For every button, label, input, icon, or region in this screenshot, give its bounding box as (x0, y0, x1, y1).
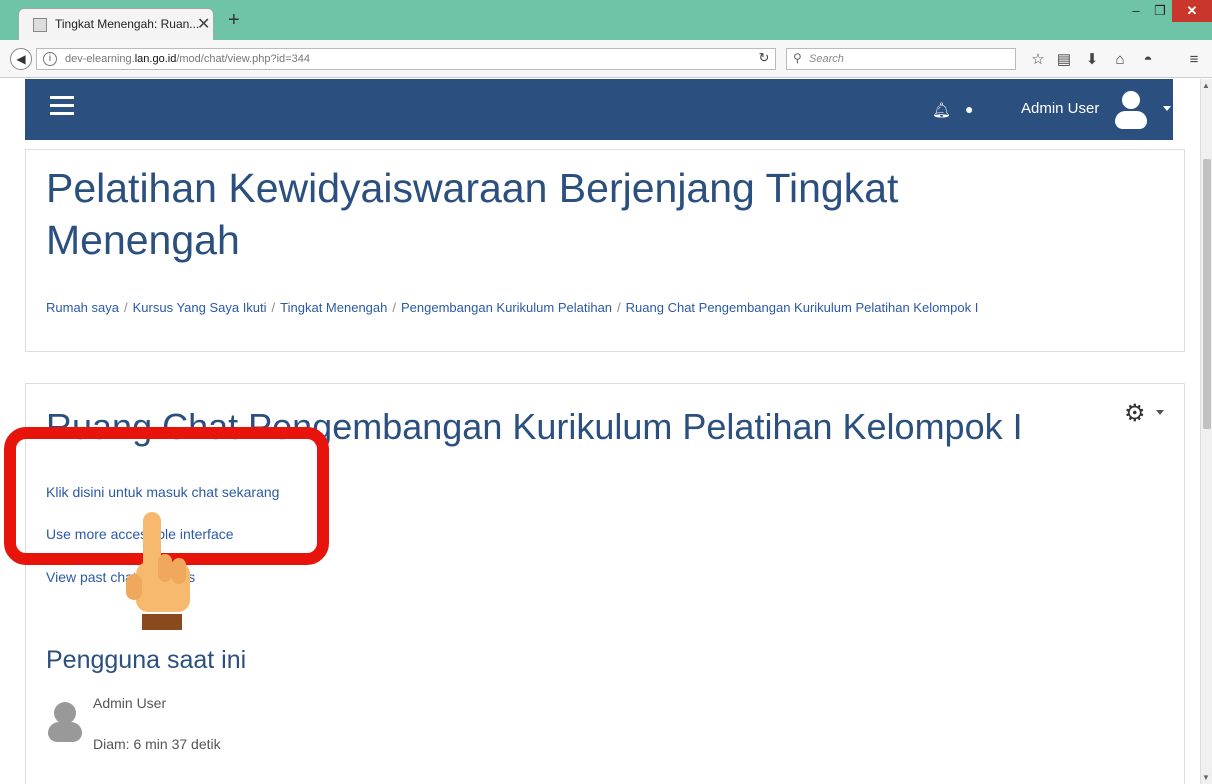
chat-user-idle-time: Diam: 6 min 37 detik (93, 736, 221, 752)
tab-title: Tingkat Menengah: Ruan... (55, 17, 200, 31)
page-header-card: Pelatihan Kewidyaiswaraan Berjenjang Tin… (25, 149, 1185, 352)
user-menu-caret-icon[interactable] (1163, 106, 1171, 111)
user-avatar[interactable] (1111, 91, 1151, 131)
browser-titlebar: Tingkat Menengah: Ruan... ✕ + ‒ ❐ ✕ (0, 0, 1212, 40)
browser-tab[interactable]: Tingkat Menengah: Ruan... ✕ (18, 8, 214, 40)
notification-bell-icon[interactable]: 🔔︎ (932, 101, 951, 119)
download-icon[interactable]: ⬇ (1082, 50, 1102, 70)
course-title: Pelatihan Kewidyaiswaraan Berjenjang Tin… (46, 165, 899, 263)
url-text: dev-elearning.lan.go.id/mod/chat/view.ph… (65, 53, 310, 65)
breadcrumb-separator: / (123, 300, 128, 315)
close-tab-icon[interactable]: ✕ (197, 14, 210, 34)
reading-list-icon[interactable]: ▤ (1054, 50, 1074, 70)
breadcrumb-separator: / (392, 300, 396, 315)
pocket-icon[interactable]: ◓ (1138, 50, 1158, 70)
chevron-down-icon[interactable] (1156, 410, 1164, 415)
bookmark-star-icon[interactable]: ☆ (1028, 50, 1048, 70)
info-icon[interactable]: i (43, 52, 57, 66)
chat-user-name[interactable]: Admin User (93, 695, 166, 711)
breadcrumb-separator: / (617, 300, 621, 315)
messages-icon[interactable]: ● (965, 101, 973, 117)
current-users-heading: Pengguna saat ini (46, 646, 247, 674)
scroll-thumb[interactable] (1203, 159, 1211, 429)
gear-icon[interactable]: ⚙ (1124, 399, 1146, 428)
search-icon: ⚲ (793, 51, 802, 65)
breadcrumb-separator: / (271, 300, 276, 315)
page-scrollbar[interactable]: ▲ ▼ (1200, 79, 1212, 784)
search-input[interactable]: ⚲ Search (786, 48, 1016, 70)
new-tab-button[interactable]: + (228, 10, 240, 30)
browser-navbar: ◀ i dev-elearning.lan.go.id/mod/chat/vie… (0, 40, 1212, 78)
hamburger-menu-icon[interactable] (50, 96, 74, 116)
page-favicon-icon (33, 18, 47, 32)
chat-user-avatar (48, 702, 82, 744)
breadcrumb-item[interactable]: Pengembangan Kurikulum Pelatihan (401, 300, 612, 315)
header-user-name[interactable]: Admin User (1021, 100, 1099, 117)
breadcrumb-item[interactable]: Kursus Yang Saya Ikuti (133, 300, 267, 315)
breadcrumb: Rumah saya / Kursus Yang Saya Ikuti / Tingka… (46, 300, 978, 315)
scroll-up-icon[interactable]: ▲ (1202, 81, 1210, 90)
pointing-hand-icon (126, 512, 190, 630)
reload-icon[interactable]: ↻ (754, 50, 774, 68)
home-icon[interactable]: ⌂ (1110, 50, 1130, 70)
address-bar[interactable]: i dev-elearning.lan.go.id/mod/chat/view.… (36, 48, 776, 70)
scroll-down-icon[interactable]: ▼ (1202, 773, 1210, 782)
breadcrumb-item[interactable]: Ruang Chat Pengembangan Kurikulum Pelati… (626, 300, 979, 315)
breadcrumb-item[interactable]: Rumah saya (46, 300, 119, 315)
activity-settings-menu[interactable]: ⚙ (1124, 399, 1174, 427)
breadcrumb-item[interactable]: Tingkat Menengah (280, 300, 387, 315)
back-button[interactable]: ◀ (10, 48, 32, 70)
maximize-button[interactable]: ❐ (1148, 0, 1172, 22)
close-window-button[interactable]: ✕ (1172, 0, 1212, 22)
site-header: 🔔︎ ● Admin User (25, 79, 1173, 140)
minimize-button[interactable]: ‒ (1124, 0, 1148, 22)
search-placeholder: Search (809, 53, 844, 65)
menu-icon[interactable]: ≡ (1184, 50, 1204, 70)
